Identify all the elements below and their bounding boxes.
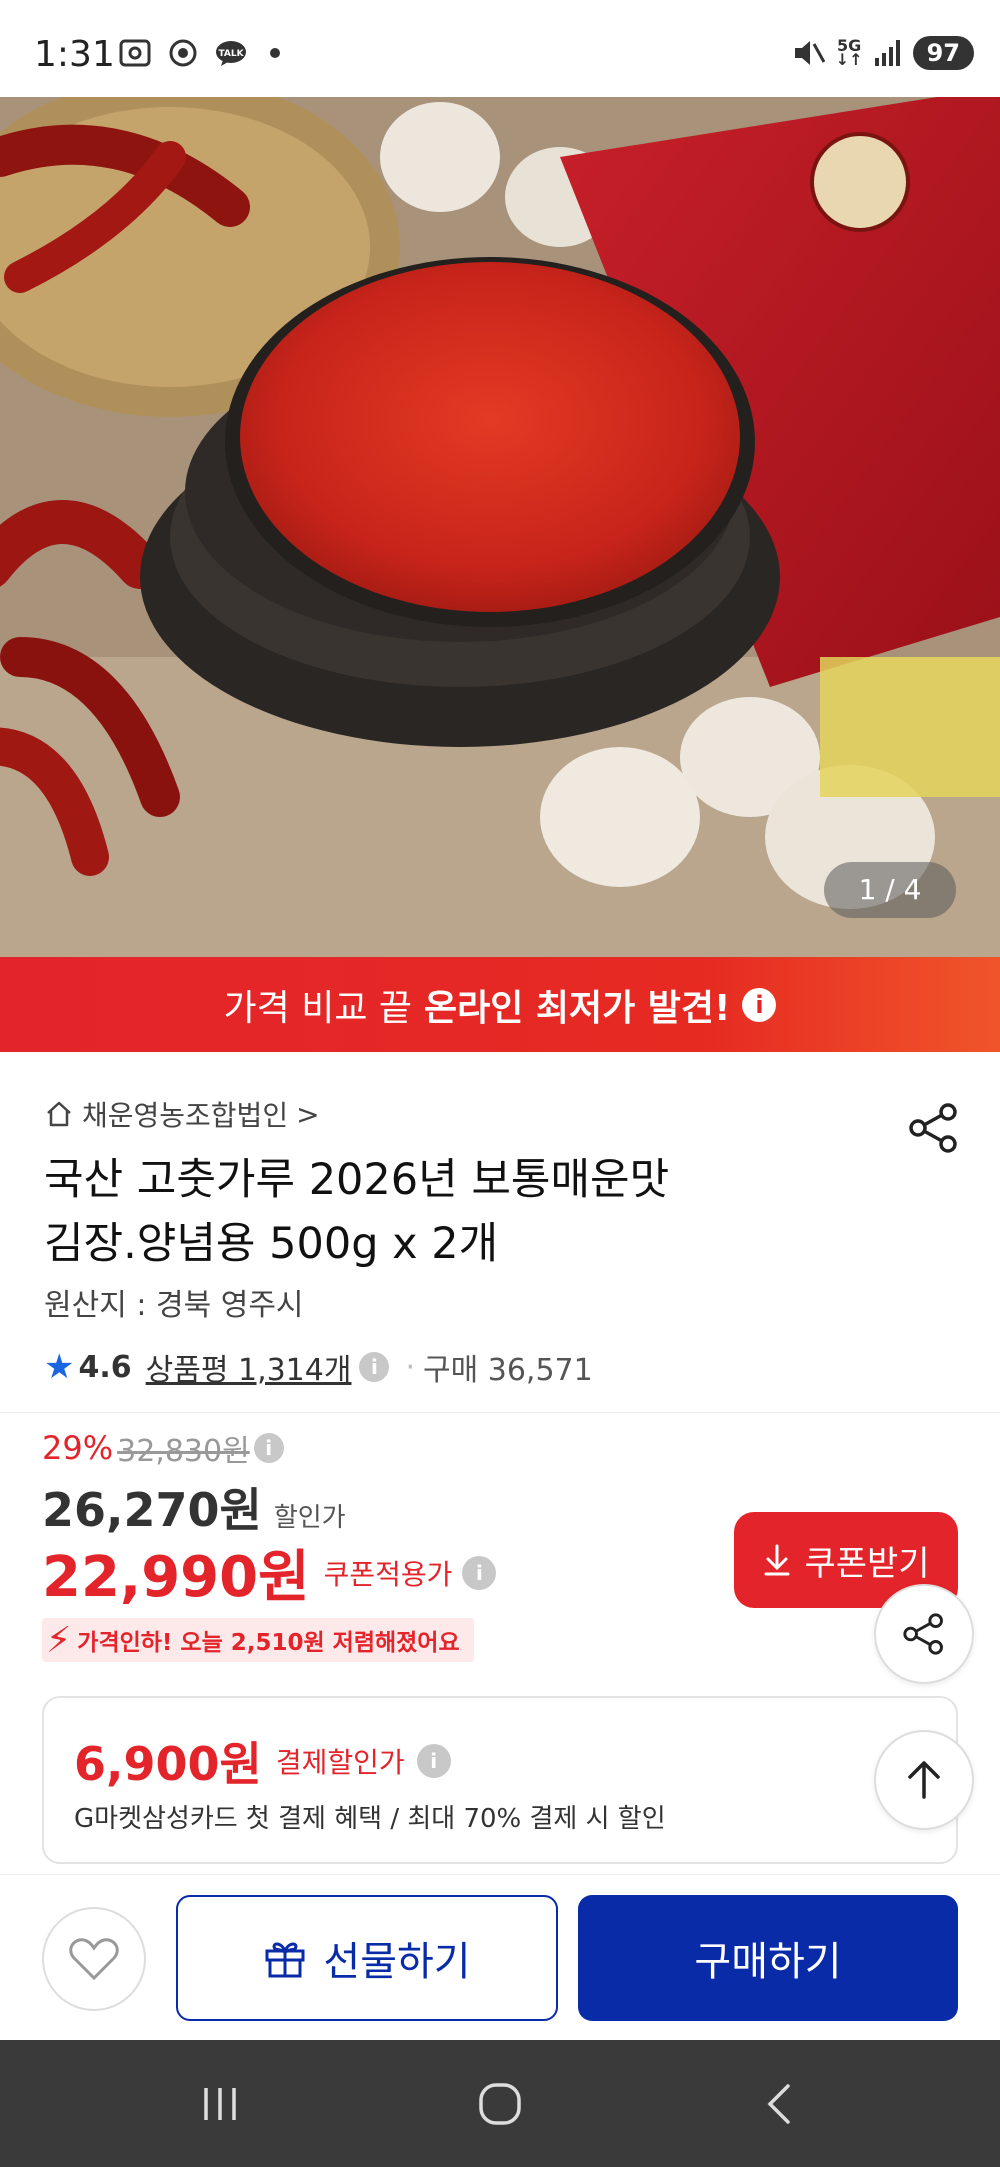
- review-link[interactable]: 상품평 1,314개: [146, 1345, 352, 1389]
- rating-row: ★ 4.6 상품평 1,314개 i · 구매 36,571: [44, 1345, 593, 1389]
- back-icon: [767, 2083, 790, 2124]
- banner-text: 가격 비교 끝: [223, 987, 413, 1029]
- star-icon: ★: [44, 1347, 75, 1387]
- heart-icon: [69, 1938, 119, 1981]
- payment-description: G마켓삼성카드 첫 결제 혜택 / 최대 70% 결제 시 할인: [74, 1804, 666, 1834]
- buy-label: 구매하기: [694, 1940, 842, 1984]
- sale-price-label: 할인가: [273, 1503, 346, 1533]
- get-coupon-label: 쿠폰받기: [804, 1544, 930, 1583]
- rating-score: 4.6: [78, 1349, 132, 1385]
- banner-emphasis: 온라인 최저가 발견!: [424, 987, 731, 1029]
- seller-link[interactable]: 채운영농조합법인 >: [44, 1094, 320, 1134]
- sale-price-row: 26,270원 할인가: [42, 1474, 346, 1540]
- signal-icon: [874, 40, 900, 66]
- svg-text:TALK: TALK: [218, 49, 244, 59]
- info-icon[interactable]: i: [253, 1433, 284, 1463]
- original-price: 32,830원: [117, 1434, 250, 1469]
- mute-icon: [794, 41, 826, 65]
- chrome-icon: [169, 39, 197, 67]
- info-icon[interactable]: i: [462, 1555, 497, 1590]
- lowest-price-banner[interactable]: 가격 비교 끝 온라인 최저가 발견! i: [0, 957, 1000, 1052]
- buy-button[interactable]: 구매하기: [578, 1895, 958, 2021]
- product-image-carousel[interactable]: 1 / 4: [0, 97, 1000, 957]
- more-notifications-dot: [270, 48, 280, 58]
- gift-label: 선물하기: [323, 1940, 471, 1984]
- bottom-action-bar: 선물하기 구매하기: [0, 1874, 1000, 2040]
- info-icon[interactable]: i: [359, 1352, 390, 1382]
- arrow-up-icon: [908, 1761, 940, 1799]
- coupon-price: 22,990원: [42, 1545, 310, 1610]
- share-icon[interactable]: [904, 1098, 964, 1158]
- payment-price: 6,900원: [74, 1737, 262, 1791]
- coupon-price-label: 쿠폰적용가: [323, 1557, 453, 1591]
- origin-info: 원산지 : 경북 영주시: [44, 1288, 304, 1323]
- back-nav-button[interactable]: [720, 2040, 840, 2167]
- purchase-count: 구매 36,571: [423, 1353, 593, 1388]
- chevron-right-icon: >: [296, 1097, 320, 1131]
- home-nav-button[interactable]: [440, 2040, 560, 2167]
- payment-price-row: 6,900원 결제할인가 i: [74, 1728, 459, 1794]
- product-title-line2: 김장.양념용 500g x 2개: [44, 1219, 499, 1269]
- download-icon: [764, 1544, 790, 1576]
- notification-icons: TALK: [118, 38, 280, 68]
- separator-dot: ·: [405, 1349, 416, 1385]
- home-icon: [47, 1101, 71, 1127]
- price-drop-text: 가격인하! 오늘 2,510원 저렴해졌어요: [77, 1630, 460, 1656]
- product-title: 국산 고춧가루 2026년 보통매운맛 김장.양념용 500g x 2개: [44, 1148, 884, 1276]
- recent-apps-button[interactable]: [160, 2040, 280, 2167]
- discount-percent: 29%: [42, 1429, 114, 1467]
- status-time: 1:31: [34, 34, 115, 75]
- status-bar: 1:31 TALK 5G ↓↑ 97: [0, 0, 1000, 100]
- floating-share-button[interactable]: [874, 1584, 974, 1684]
- coupon-price-row: 22,990원 쿠폰적용가 i: [42, 1532, 504, 1613]
- product-page: 1:31 TALK 5G ↓↑ 97 1 / 4 가격 비교 끝 온라인 최저가…: [0, 0, 1000, 2167]
- wishlist-button[interactable]: [42, 1907, 146, 2011]
- system-icons: 5G ↓↑ 97: [792, 36, 974, 70]
- discount-row: 29% 32,830원 i: [42, 1426, 292, 1470]
- payment-price-label: 결제할인가: [275, 1746, 405, 1779]
- network-indicator: 5G ↓↑: [835, 36, 863, 69]
- lightning-down-icon: ⚡: [46, 1619, 72, 1661]
- system-nav-bar: [0, 2040, 1000, 2167]
- share-icon: [903, 1613, 943, 1655]
- info-icon[interactable]: i: [416, 1744, 451, 1778]
- gift-button[interactable]: 선물하기: [176, 1895, 558, 2021]
- scroll-to-top-button[interactable]: [874, 1730, 974, 1830]
- kakaotalk-icon: TALK: [216, 41, 246, 66]
- sale-price: 26,270원: [42, 1483, 262, 1537]
- product-photo: [0, 97, 1000, 957]
- divider: [0, 1412, 1000, 1413]
- seller-name: 채운영농조합법인: [82, 1099, 289, 1132]
- battery-level: 97: [912, 36, 974, 70]
- price-drop-badge: ⚡ 가격인하! 오늘 2,510원 저렴해졌어요: [42, 1618, 474, 1662]
- product-title-line1: 국산 고춧가루 2026년 보통매운맛: [44, 1155, 670, 1205]
- gift-icon: [265, 1942, 305, 1978]
- payment-discount-card[interactable]: 6,900원 결제할인가 i G마켓삼성카드 첫 결제 혜택 / 최대 70% …: [42, 1696, 958, 1864]
- home-circle-icon: [479, 2082, 521, 2125]
- screenshot-icon: [119, 39, 151, 67]
- info-icon[interactable]: i: [742, 987, 777, 1022]
- image-counter: 1 / 4: [824, 862, 956, 918]
- recent-apps-icon: [204, 2087, 236, 2120]
